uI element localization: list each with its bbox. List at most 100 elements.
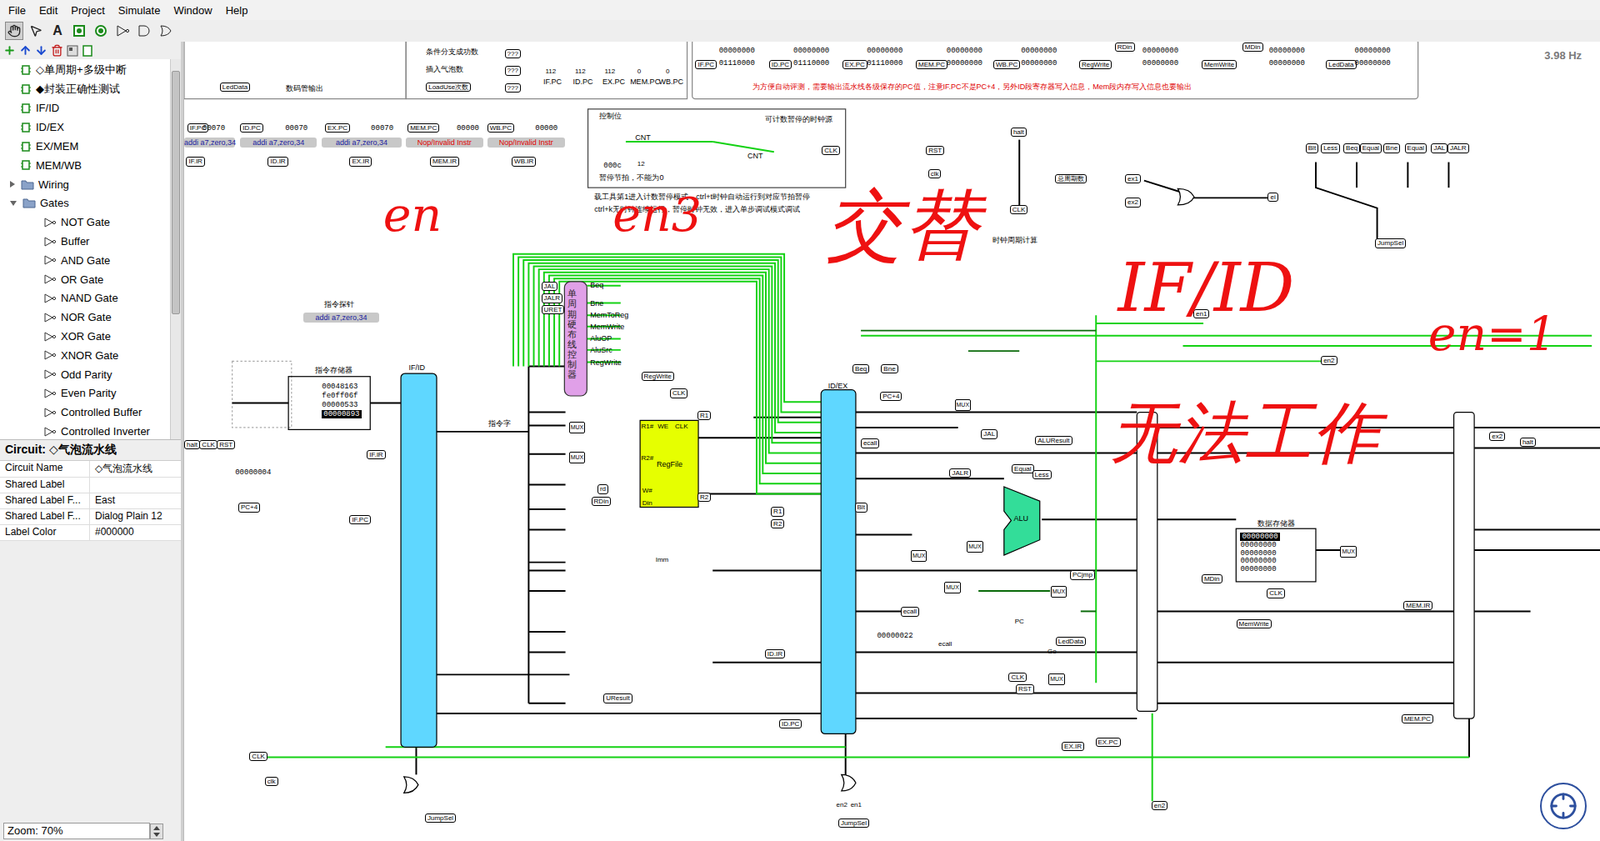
appearance-icon[interactable]: [81, 45, 94, 57]
tree-item[interactable]: Buffer: [0, 231, 170, 251]
tunnel-text[interactable]: MEM.IR: [430, 156, 460, 166]
tunnel-text[interactable]: ex2: [1125, 197, 1141, 207]
down-icon[interactable]: [153, 832, 160, 837]
tunnel-text[interactable]: URET: [541, 305, 565, 315]
not-gate-tool[interactable]: [113, 21, 132, 40]
tree-item[interactable]: Odd Parity: [0, 365, 170, 385]
add-icon[interactable]: [3, 44, 16, 57]
tunnel-text[interactable]: JAL: [541, 281, 559, 291]
tunnel-text[interactable]: Equal: [1360, 143, 1382, 153]
tunnel-text[interactable]: CLK: [1266, 588, 1285, 598]
tunnel-text[interactable]: RST: [1015, 684, 1035, 694]
output-pin-tool[interactable]: [91, 21, 110, 40]
probe-text[interactable]: addi a7,zero,34: [321, 137, 402, 148]
tunnel-text[interactable]: MEM.PC: [407, 123, 440, 133]
menu-item[interactable]: Help: [220, 2, 254, 19]
tunnel-text[interactable]: RDin: [1115, 42, 1135, 52]
tunnel-text[interactable]: R2: [770, 519, 785, 529]
tunnel-text[interactable]: MDin: [1201, 574, 1223, 584]
tunnel-text[interactable]: ID.PC: [779, 719, 802, 729]
tunnel-text[interactable]: ID.IR: [765, 649, 785, 659]
tunnel-text[interactable]: Equal: [1011, 464, 1034, 474]
tunnel-text[interactable]: WB.PC: [487, 123, 515, 133]
tunnel-text[interactable]: IF.PC: [695, 60, 717, 70]
zoom-field[interactable]: Zoom: 70%: [3, 822, 150, 840]
id-ex-register[interactable]: [820, 390, 856, 735]
tunnel-text[interactable]: CLK: [249, 751, 268, 761]
tunnel-text[interactable]: MEM.PC: [1401, 714, 1434, 724]
layout-icon[interactable]: [66, 45, 79, 57]
tree-item[interactable]: NOT Gate: [0, 212, 170, 232]
tunnel-text[interactable]: RST: [925, 145, 945, 155]
tunnel-text[interactable]: MDin: [1242, 42, 1264, 52]
tunnel-text[interactable]: ex1: [1125, 174, 1141, 184]
move-up-icon[interactable]: [19, 44, 32, 57]
scroll-thumb[interactable]: [171, 70, 180, 315]
tunnel-text[interactable]: CLK: [199, 440, 218, 450]
tunnel-text[interactable]: Blt: [855, 502, 868, 512]
tree-item[interactable]: NOR Gate: [0, 307, 170, 327]
tunnel-text[interactable]: EX.PC: [1095, 737, 1121, 747]
tree-item[interactable]: Controlled Inverter: [0, 421, 170, 441]
tunnel-text[interactable]: ecall: [900, 606, 920, 616]
menu-item[interactable]: Edit: [34, 2, 63, 19]
tunnel-text[interactable]: UResult: [603, 693, 632, 703]
tunnel-text[interactable]: IF.IR: [185, 156, 205, 166]
tunnel-text[interactable]: LedData: [1055, 636, 1086, 646]
circuit-canvas[interactable]: LedData数码管输出条件分支成功数???插入气泡数???LoadUse次数?…: [183, 41, 1600, 841]
tunnel-text[interactable]: LedData: [220, 82, 250, 92]
tunnel-text[interactable]: JAL: [1430, 143, 1448, 153]
tree-item[interactable]: EX/MEM: [0, 136, 170, 156]
tree-item[interactable]: Wiring: [0, 175, 170, 195]
tunnel-text[interactable]: ???: [505, 49, 521, 59]
tunnel-text[interactable]: CLK: [821, 145, 840, 155]
tunnel-text[interactable]: MEM.PC: [915, 60, 948, 70]
tunnel-text[interactable]: R1: [697, 410, 711, 420]
delete-icon[interactable]: [50, 44, 64, 57]
tree-item[interactable]: Controlled Buffer: [0, 402, 170, 422]
tunnel-text[interactable]: LedData: [1325, 60, 1356, 70]
tree-item[interactable]: ◆封装正确性测试: [0, 80, 170, 100]
tunnel-text[interactable]: ecall: [860, 438, 880, 448]
tunnel-text[interactable]: clk: [928, 169, 942, 179]
tunnel-text[interactable]: ID.PC: [240, 123, 263, 133]
tunnel-text[interactable]: EX.IR: [1061, 741, 1085, 751]
tunnel-text[interactable]: ID.PC: [769, 60, 792, 70]
tunnel-text[interactable]: ID.IR: [267, 156, 288, 166]
tunnel-text[interactable]: ex2: [1489, 431, 1505, 441]
mem-wb-register[interactable]: [1454, 412, 1475, 719]
regfile-block[interactable]: [640, 420, 699, 507]
and-gate-tool[interactable]: [135, 21, 154, 40]
tree-scrollbar[interactable]: [170, 59, 181, 440]
tunnel-text[interactable]: EX.PC: [325, 123, 350, 133]
menu-item[interactable]: File: [3, 2, 31, 19]
probe-text[interactable]: addi a7,zero,34: [303, 312, 380, 323]
tree-item[interactable]: Gates: [0, 194, 170, 214]
tunnel-text[interactable]: MemWrite: [1236, 619, 1272, 629]
tunnel-text[interactable]: R1: [770, 506, 785, 516]
tunnel-text[interactable]: JumpSel: [425, 813, 456, 823]
tree-item[interactable]: AND Gate: [0, 250, 170, 270]
tunnel-text[interactable]: PC+4: [238, 502, 260, 512]
tree-item[interactable]: OR Gate: [0, 270, 170, 290]
tunnel-text[interactable]: R2: [697, 492, 711, 502]
instruction-memory[interactable]: [288, 376, 370, 430]
tunnel-text[interactable]: Beq: [1343, 143, 1360, 153]
tunnel-text[interactable]: 总周期数: [1055, 174, 1087, 184]
alu-block[interactable]: [1004, 486, 1040, 555]
expander-icon[interactable]: [10, 180, 15, 188]
property-value[interactable]: #000000: [90, 525, 181, 541]
tunnel-text[interactable]: clk: [265, 776, 279, 786]
input-pin-tool[interactable]: [70, 21, 89, 40]
tunnel-text[interactable]: EX.IR: [349, 156, 372, 166]
text-tool[interactable]: A: [48, 21, 67, 40]
tree-item[interactable]: MEM/WB: [0, 155, 170, 175]
tunnel-text[interactable]: CLK: [1010, 205, 1029, 215]
tunnel-text[interactable]: Beq: [852, 364, 870, 374]
tunnel-text[interactable]: RegWrite: [641, 371, 675, 381]
tunnel-text[interactable]: ALUResult: [1035, 435, 1072, 445]
property-value[interactable]: Dialog Plain 12: [90, 509, 181, 525]
tunnel-text[interactable]: MEM.IR: [1403, 600, 1433, 610]
tunnel-text[interactable]: IF.IR: [366, 450, 385, 460]
tunnel-text[interactable]: JAL: [980, 429, 998, 439]
